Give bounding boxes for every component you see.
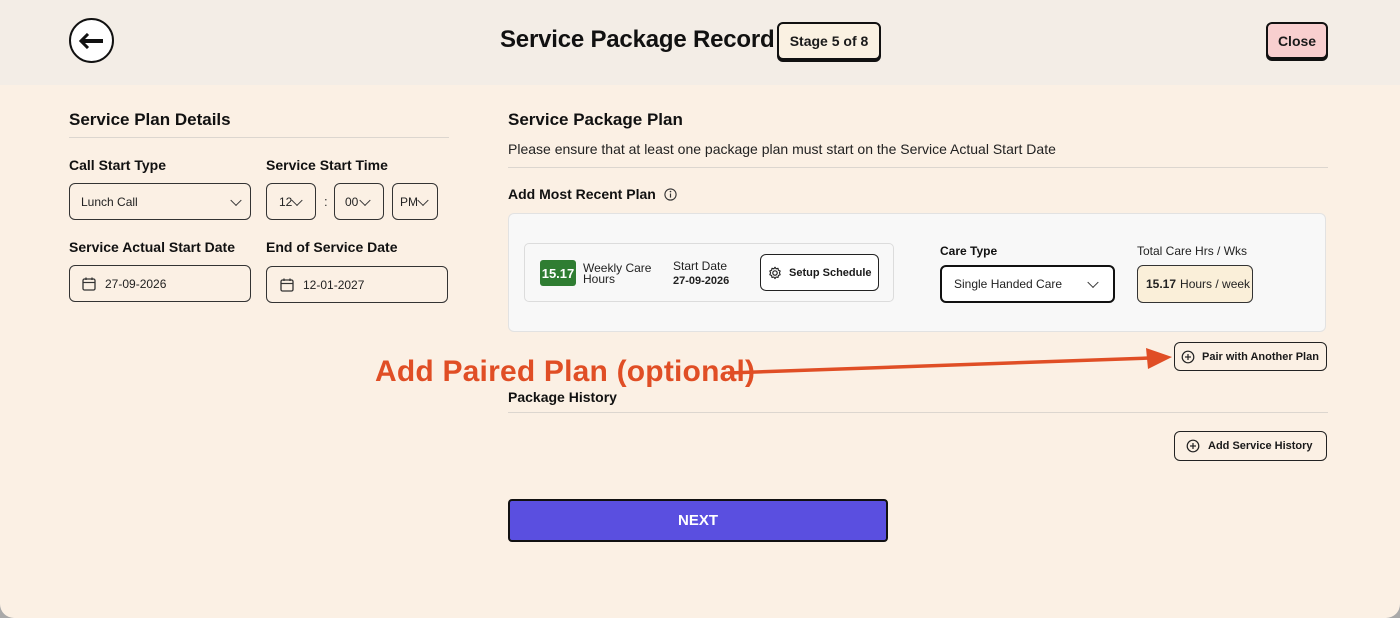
package-history-title: Package History xyxy=(508,389,617,405)
add-recent-plan-label: Add Most Recent Plan xyxy=(508,186,677,202)
ampm-value: PM xyxy=(400,194,418,209)
hour-select[interactable]: 12 xyxy=(266,183,316,220)
info-icon[interactable] xyxy=(664,188,677,201)
total-care-label: Total Care Hrs / Wks xyxy=(1137,244,1248,258)
back-button[interactable] xyxy=(69,18,114,63)
weekly-care-label-2: Hours xyxy=(583,272,616,286)
end-of-service-date-value: 12-01-2027 xyxy=(303,277,365,292)
header-bar: Service Package Record Stage 5 of 8 Clos… xyxy=(0,0,1400,85)
close-button[interactable]: Close xyxy=(1266,22,1328,59)
total-hours-unit: Hours / week xyxy=(1180,277,1251,291)
total-hours-value: 15.17 xyxy=(1146,277,1177,291)
calendar-icon xyxy=(280,278,294,292)
actual-start-date-value: 27-09-2026 xyxy=(105,276,167,291)
actual-start-date-label: Service Actual Start Date xyxy=(69,239,235,255)
start-date-value: 27-09-2026 xyxy=(673,275,730,287)
calendar-icon xyxy=(82,277,96,291)
care-type-label: Care Type xyxy=(940,244,998,258)
next-button[interactable]: NEXT xyxy=(508,499,888,542)
app-window: Service Package Record Stage 5 of 8 Clos… xyxy=(0,0,1400,618)
service-plan-details-title: Service Plan Details xyxy=(69,110,231,129)
stage-badge: Stage 5 of 8 xyxy=(777,22,881,60)
chevron-down-icon xyxy=(1087,276,1099,289)
total-care-hours: 15.17 Hours / week xyxy=(1137,265,1253,303)
setup-schedule-label: Setup Schedule xyxy=(789,266,872,279)
weekly-hours-chip: 15.17 xyxy=(540,260,576,286)
add-service-history-button[interactable]: Add Service History xyxy=(1174,431,1327,461)
service-package-plan-title: Service Package Plan xyxy=(508,110,683,129)
plan-note: Please ensure that at least one package … xyxy=(508,141,1056,157)
call-start-type-select[interactable]: Lunch Call xyxy=(69,183,251,220)
time-separator: : xyxy=(324,194,328,209)
care-type-value: Single Handed Care xyxy=(954,277,1063,291)
chevron-down-icon xyxy=(417,194,429,206)
end-of-service-date-input[interactable]: 12-01-2027 xyxy=(266,266,448,303)
hour-value: 12 xyxy=(279,194,293,209)
setup-schedule-button[interactable]: Setup Schedule xyxy=(760,254,879,291)
chevron-down-icon xyxy=(359,194,371,206)
service-start-time-label: Service Start Time xyxy=(266,157,388,173)
plus-circle-icon xyxy=(1181,350,1195,363)
arrow-left-icon xyxy=(78,32,103,49)
chevron-down-icon xyxy=(291,194,303,206)
chevron-down-icon xyxy=(230,194,242,206)
add-recent-plan-text: Add Most Recent Plan xyxy=(508,186,656,202)
paired-plan-annotation: Add Paired Plan (optional) xyxy=(375,355,756,388)
pair-with-another-plan-button[interactable]: Pair with Another Plan xyxy=(1174,342,1327,371)
page-title: Service Package Record xyxy=(500,26,775,53)
start-date-label: Start Date xyxy=(673,259,728,273)
pair-with-another-plan-label: Pair with Another Plan xyxy=(1202,350,1319,363)
history-divider xyxy=(508,412,1328,413)
actual-start-date-input[interactable]: 27-09-2026 xyxy=(69,265,251,302)
care-type-select[interactable]: Single Handed Care xyxy=(940,265,1115,303)
ampm-select[interactable]: PM xyxy=(392,183,438,220)
minute-value: 00 xyxy=(345,194,359,209)
left-divider xyxy=(69,137,449,138)
add-service-history-label: Add Service History xyxy=(1208,440,1313,452)
end-of-service-date-label: End of Service Date xyxy=(266,239,398,255)
plus-circle-icon xyxy=(1186,439,1200,453)
minute-select[interactable]: 00 xyxy=(334,183,384,220)
annotation-arrow xyxy=(727,348,1172,375)
gear-icon xyxy=(769,266,781,279)
right-divider xyxy=(508,167,1328,168)
call-start-type-label: Call Start Type xyxy=(69,157,166,173)
call-start-type-value: Lunch Call xyxy=(81,194,138,209)
